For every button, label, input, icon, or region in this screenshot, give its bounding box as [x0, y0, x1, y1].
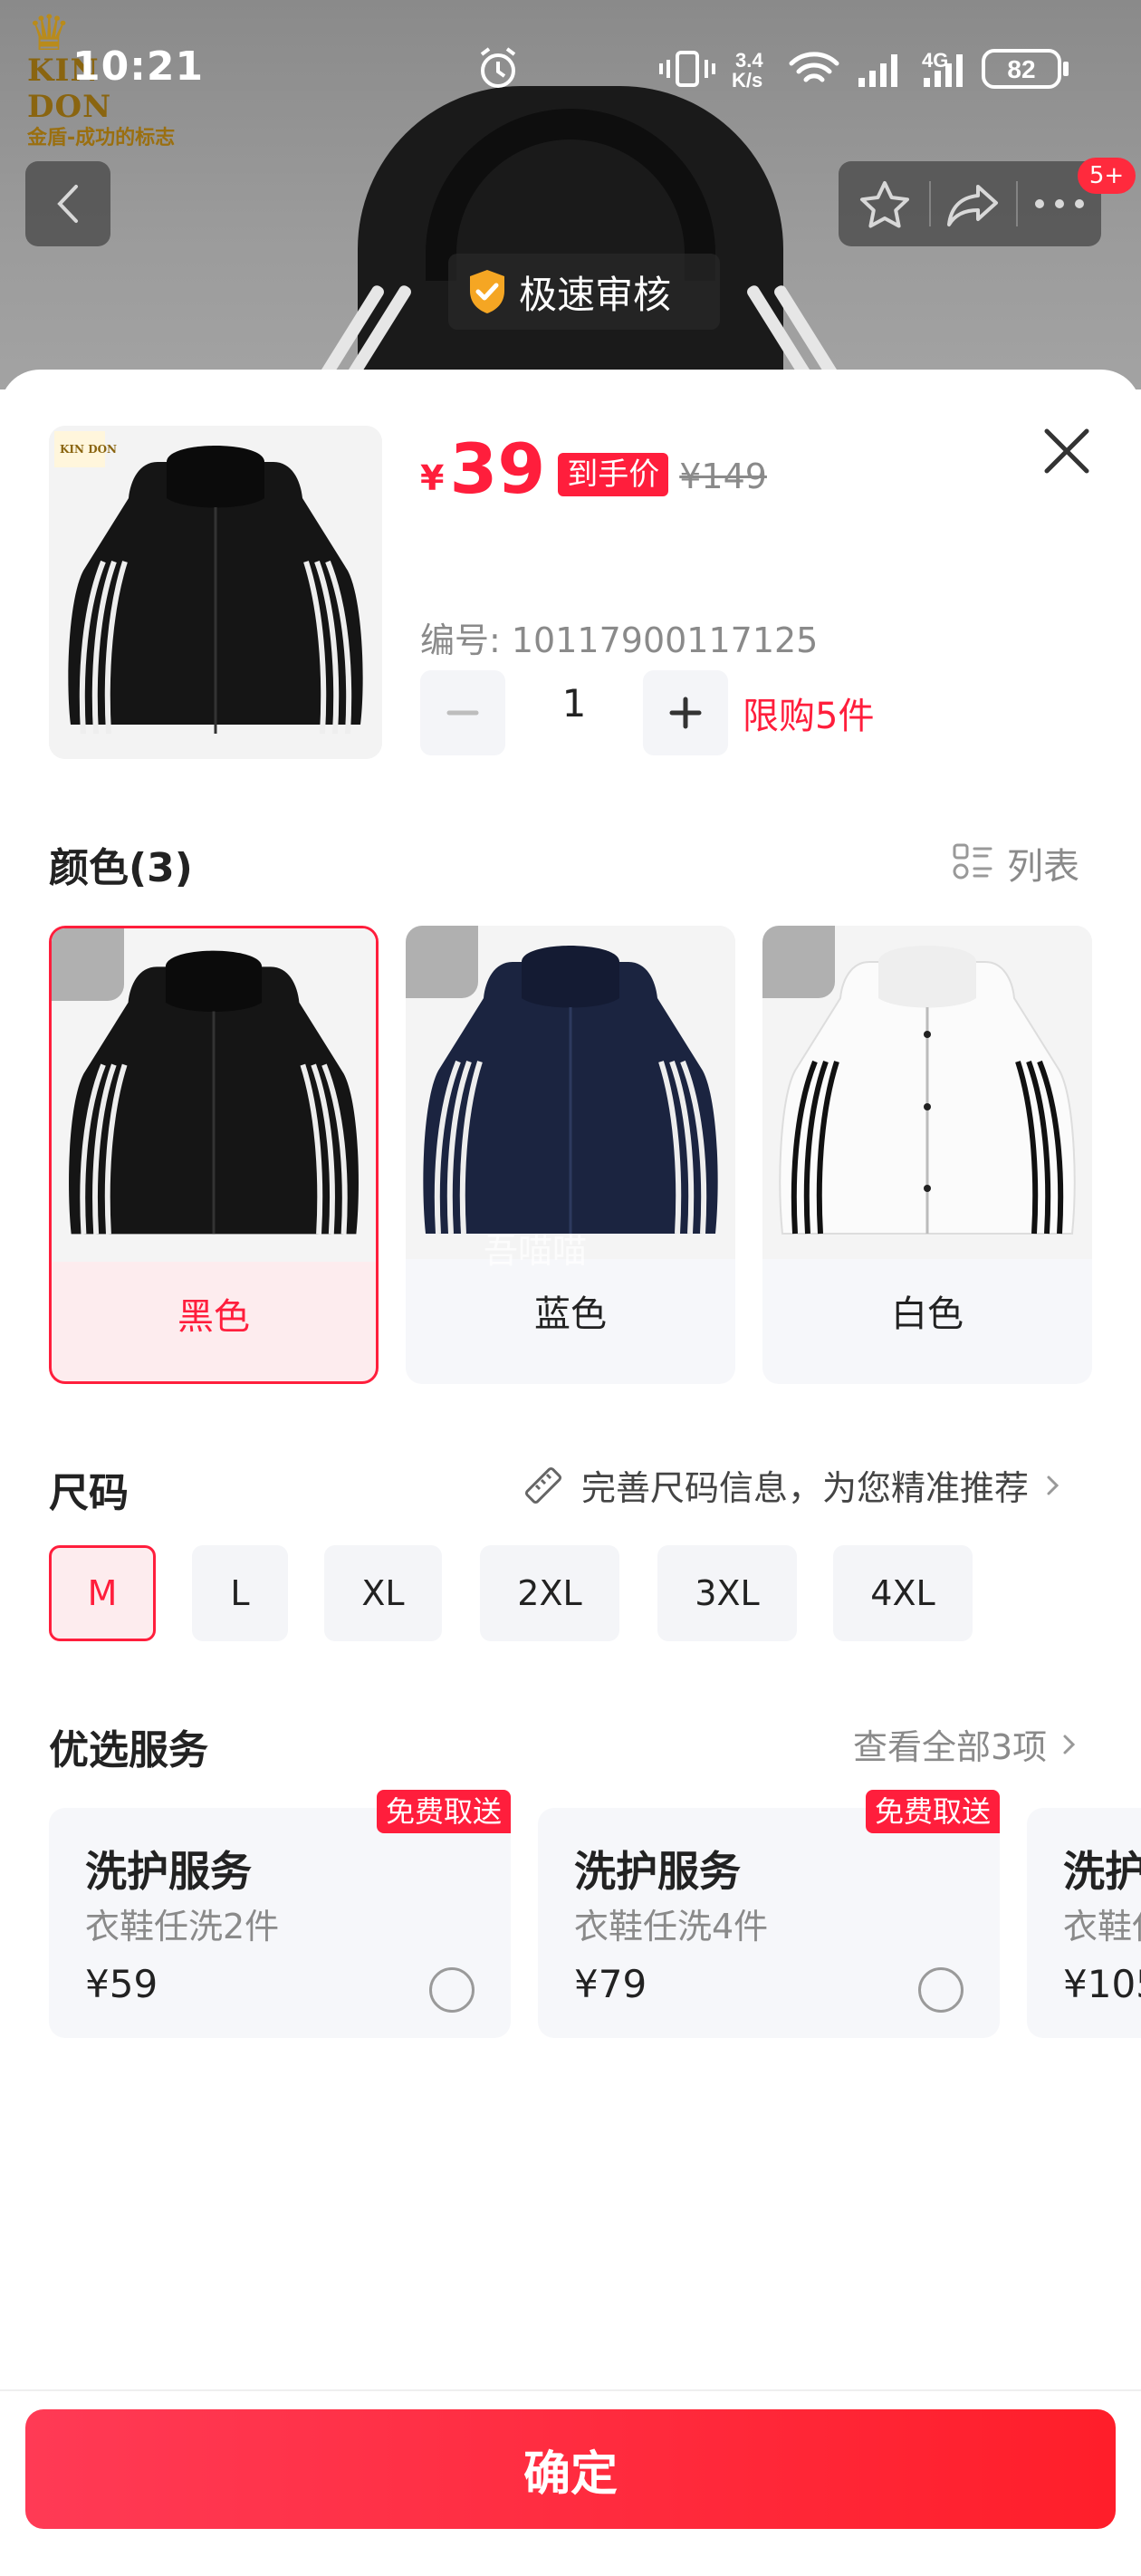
- close-button[interactable]: [1040, 424, 1094, 478]
- service-section-title: 优选服务: [49, 1727, 208, 1773]
- divider: [1016, 181, 1018, 226]
- price-value: 39: [449, 428, 546, 509]
- size-recommend-text: 完善尺码信息，为您精准推荐: [581, 1468, 1030, 1508]
- signal-icon: [858, 54, 897, 87]
- price-row: ¥ 39 到手价 ¥149: [420, 433, 767, 505]
- free-pickup-badge: 免费取送: [376, 1790, 511, 1833]
- service-price: ¥59: [85, 1962, 158, 2006]
- zoom-icon[interactable]: [52, 928, 124, 1001]
- svg-text:4G: 4G: [922, 49, 948, 72]
- service-price: ¥79: [574, 1962, 647, 2006]
- list-view-label: 列表: [1007, 846, 1079, 888]
- service-radio[interactable]: [918, 1967, 964, 2013]
- service-title: 洗护服务: [1063, 1847, 1141, 1896]
- vibrate-icon: [659, 51, 715, 87]
- price-currency: ¥: [420, 458, 445, 498]
- ruler-icon: [524, 1466, 562, 1504]
- original-price: ¥149: [679, 457, 767, 496]
- color-label: 蓝色: [534, 1293, 607, 1335]
- size-recommend-link[interactable]: 完善尺码信息，为您精准推荐: [520, 1460, 1067, 1510]
- svg-text:82: 82: [1007, 55, 1035, 83]
- service-subtitle: 衣鞋任洗4件: [574, 1907, 769, 1946]
- header-action-group: [839, 161, 1101, 246]
- minus-icon: [446, 710, 479, 716]
- size-option-3xl[interactable]: 3XL: [657, 1545, 797, 1641]
- star-icon[interactable]: [858, 179, 911, 230]
- product-sku: 编号: 10117900117125: [420, 620, 819, 660]
- color-option-black[interactable]: 黑色: [49, 926, 379, 1384]
- shield-check-icon: [470, 270, 504, 313]
- purchase-limit: 限购5件: [743, 696, 875, 737]
- close-icon: [1044, 428, 1089, 474]
- service-card[interactable]: 洗护服务 衣鞋任洗6件 ¥105: [1027, 1808, 1141, 2038]
- service-price: ¥105: [1063, 1962, 1141, 2006]
- service-card-clip: 洗护服务 衣鞋任洗6件 ¥105: [1027, 1808, 1141, 2038]
- back-button[interactable]: [25, 161, 110, 246]
- color-label: 白色: [891, 1293, 964, 1335]
- color-section-title: 颜色(3): [49, 845, 193, 891]
- service-subtitle: 衣鞋任洗6件: [1063, 1907, 1141, 1946]
- speed-review-banner: 极速审核: [448, 254, 720, 330]
- service-view-all-link[interactable]: 查看全部3项: [853, 1719, 1083, 1769]
- chevron-right-icon: [1063, 1735, 1076, 1754]
- brand-slogan: 金盾-成功的标志: [27, 127, 176, 149]
- speed-review-label: 极速审核: [519, 272, 672, 317]
- size-section-title: 尺码: [49, 1470, 129, 1516]
- color-option-blue[interactable]: 蓝色: [406, 926, 735, 1384]
- list-view-toggle[interactable]: 列表: [951, 837, 1079, 889]
- color-option-white[interactable]: 白色: [762, 926, 1092, 1384]
- list-icon: [953, 843, 992, 879]
- service-radio[interactable]: [429, 1967, 475, 2013]
- battery-icon: 82: [982, 49, 1069, 89]
- more-icon[interactable]: [1032, 196, 1087, 212]
- share-icon[interactable]: [945, 181, 1002, 228]
- size-option-xl[interactable]: XL: [324, 1545, 442, 1641]
- service-card[interactable]: 免费取送 洗护服务 衣鞋任洗4件 ¥79: [538, 1790, 1000, 2038]
- svg-text:K/s: K/s: [732, 69, 762, 91]
- size-option-2xl[interactable]: 2XL: [480, 1545, 619, 1641]
- divider: [929, 181, 931, 226]
- chevron-left-icon: [57, 185, 78, 223]
- size-option-4xl[interactable]: 4XL: [833, 1545, 973, 1641]
- wifi-icon: [789, 52, 839, 82]
- service-title: 洗护服务: [574, 1847, 741, 1896]
- quantity-increase-button[interactable]: [643, 670, 728, 755]
- zoom-icon[interactable]: [762, 926, 835, 998]
- image-watermark: 吾喵喵: [484, 1231, 588, 1271]
- zoom-icon[interactable]: [406, 926, 478, 998]
- alarm-icon: [480, 47, 516, 88]
- product-thumbnail[interactable]: KIN DON: [49, 426, 382, 759]
- service-title: 洗护服务: [85, 1847, 252, 1896]
- quantity-value[interactable]: 1: [507, 681, 641, 726]
- svg-text:KIN DON: KIN DON: [60, 443, 117, 456]
- jacket-image: KIN DON: [49, 426, 382, 759]
- status-icons: 3.4 K/s 4G 82: [471, 45, 1087, 91]
- chevron-right-icon: [1047, 1475, 1060, 1495]
- quantity-decrease-button[interactable]: [420, 670, 505, 755]
- plus-icon: [669, 697, 702, 729]
- free-pickup-badge: 免费取送: [865, 1790, 1000, 1833]
- service-subtitle: 衣鞋任洗2件: [85, 1907, 280, 1946]
- final-price-tag: 到手价: [558, 453, 669, 496]
- service-card[interactable]: 免费取送 洗护服务 衣鞋任洗2件 ¥59: [49, 1790, 511, 2038]
- service-view-all-label: 查看全部3项: [853, 1727, 1048, 1767]
- notification-badge: 5+: [1078, 158, 1136, 194]
- color-label: 黑色: [177, 1296, 250, 1338]
- status-time: 10:21: [72, 43, 205, 90]
- size-option-m[interactable]: M: [49, 1545, 156, 1641]
- size-option-l[interactable]: L: [192, 1545, 288, 1641]
- footer-divider: [0, 2389, 1141, 2391]
- confirm-button[interactable]: 确定: [25, 2409, 1116, 2529]
- status-icons-svg: 3.4 K/s 4G 82: [480, 47, 1069, 91]
